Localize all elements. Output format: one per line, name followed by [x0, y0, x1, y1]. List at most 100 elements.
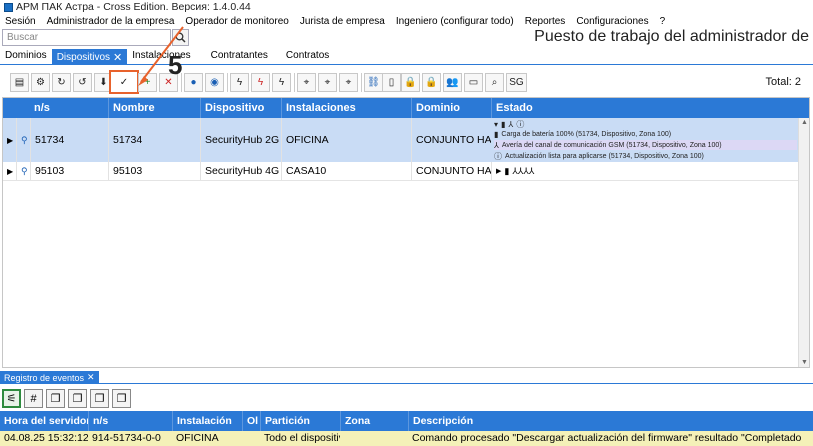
- menu-session[interactable]: Sesión: [5, 16, 36, 27]
- add-node-button[interactable]: ●: [184, 73, 203, 92]
- card-button[interactable]: ▭: [464, 73, 483, 92]
- tab-dispositivos-label: Dispositivos: [56, 51, 111, 63]
- menu-engineer[interactable]: Ingeniero (configurar todo): [396, 16, 514, 27]
- add-device-button[interactable]: +: [138, 73, 157, 92]
- column-header-ns[interactable]: n/s: [30, 98, 108, 118]
- column-header-ol[interactable]: Ol: [242, 411, 260, 431]
- menu-settings[interactable]: Configuraciones: [576, 16, 648, 27]
- phone-icon: ▯: [388, 77, 395, 88]
- close-icon[interactable]: ✕: [113, 51, 122, 64]
- columns-icon: ▤: [14, 77, 25, 88]
- column-header-dispositivo[interactable]: Dispositivo: [200, 98, 281, 118]
- column-header-installation[interactable]: Instalación: [172, 411, 242, 431]
- column-header-estado[interactable]: Estado: [491, 98, 798, 118]
- copy-button[interactable]: ❐: [46, 389, 65, 408]
- tab-contratantes[interactable]: Contratantes: [206, 49, 273, 64]
- column-header-instalaciones[interactable]: Instalaciones: [281, 98, 411, 118]
- copy-all-icon: ❐: [116, 393, 127, 405]
- copy-alt-button[interactable]: ❐: [68, 389, 87, 408]
- scroll-up-icon[interactable]: ▲: [801, 119, 808, 126]
- hash-button[interactable]: #: [24, 389, 43, 408]
- users-button[interactable]: 👥: [443, 73, 462, 92]
- menu-help[interactable]: ?: [660, 16, 666, 27]
- lock-alt-button[interactable]: 🔒: [422, 73, 441, 92]
- table-row[interactable]: ▶ ⚲ 51734 51734 SecurityHub 2G (1 OFICIN…: [3, 118, 798, 162]
- device-settings-button[interactable]: ⚙: [31, 73, 50, 92]
- copy-multi-button[interactable]: ❐: [90, 389, 109, 408]
- hash-icon: #: [30, 392, 37, 405]
- apply-update-icon: ✓: [119, 76, 129, 88]
- power-warn-button[interactable]: ϟ: [251, 73, 270, 92]
- tab-instalaciones[interactable]: Instalaciones: [127, 49, 195, 64]
- menu-company-admin[interactable]: Administrador de la empresa: [47, 16, 175, 27]
- vertical-scrollbar[interactable]: ▲ ▼: [798, 118, 809, 367]
- column-header-partition[interactable]: Partición: [260, 411, 340, 431]
- app-window: АРМ ПАК Астра - Cross Edition. Версия: 1…: [0, 0, 813, 446]
- refresh-button[interactable]: ↻: [52, 73, 71, 92]
- locate-remove-button[interactable]: ⌖: [339, 73, 358, 92]
- locate-button[interactable]: ⌖: [297, 73, 316, 92]
- battery-icon: ▮: [494, 129, 499, 139]
- add-power-icon: ϟ: [236, 77, 243, 88]
- copy-all-button[interactable]: ❐: [112, 389, 131, 408]
- close-icon[interactable]: ✕: [87, 372, 95, 383]
- apply-update-button[interactable]: ✓: [109, 70, 139, 94]
- tab-dominios[interactable]: Dominios: [0, 49, 52, 64]
- locate-alt-button[interactable]: ⌖: [318, 73, 337, 92]
- expand-arrow-icon[interactable]: ▶: [496, 167, 501, 175]
- expand-arrow-icon[interactable]: ▶: [3, 118, 16, 162]
- add-power-button[interactable]: ϟ: [230, 73, 249, 92]
- device-settings-icon: ⚙: [36, 77, 45, 88]
- device-tree-icon: ⚲: [16, 162, 30, 180]
- column-header-nombre[interactable]: Nombre: [108, 98, 200, 118]
- search-tool-button[interactable]: ⌕: [485, 73, 504, 92]
- scroll-down-icon[interactable]: ▼: [801, 359, 808, 366]
- remove-node-button[interactable]: ◉: [205, 73, 224, 92]
- column-header-zone[interactable]: Zona: [340, 411, 408, 431]
- download-icon: ⬇: [99, 77, 108, 88]
- table-row[interactable]: 04.08.25 15:32:12 914-51734-0-0 OFICINA …: [0, 431, 813, 446]
- copy-alt-icon: ❐: [72, 393, 83, 405]
- info-icon: ⓘ: [494, 151, 502, 161]
- events-tabs: Registro de eventos ✕: [0, 371, 813, 384]
- toolbar-divider: [294, 73, 295, 92]
- copy-multi-icon: ❐: [94, 393, 105, 405]
- cell-nombre: 95103: [108, 162, 200, 180]
- total-count: Total: 2: [765, 76, 801, 88]
- users-icon: 👥: [446, 77, 459, 88]
- menu-monitoring-operator[interactable]: Operador de monitoreo: [185, 16, 288, 27]
- phone-button[interactable]: ▯: [382, 73, 401, 92]
- power-remove-button[interactable]: ϟ: [272, 73, 291, 92]
- refresh-alt-button[interactable]: ↺: [73, 73, 92, 92]
- column-header-dominio[interactable]: Dominio: [411, 98, 491, 118]
- column-header-ns[interactable]: n/s: [88, 411, 172, 431]
- filter-button[interactable]: ⚟: [2, 389, 21, 408]
- menu-reports[interactable]: Reportes: [525, 16, 566, 27]
- tab-contratos[interactable]: Contratos: [281, 49, 334, 64]
- cell-dispositivo: SecurityHub 2G (1: [200, 118, 281, 162]
- sg-button[interactable]: SG: [506, 73, 527, 92]
- filter-icon: ⚟: [6, 393, 17, 405]
- menu-company-lawyer[interactable]: Jurista de empresa: [300, 16, 385, 27]
- column-header-description[interactable]: Descripción: [408, 411, 813, 431]
- search-icon: ⌕: [491, 77, 498, 88]
- page-title: Puesto de trabajo del administrador de: [534, 28, 809, 45]
- copy-icon: ❐: [50, 393, 61, 405]
- collapse-arrow-icon[interactable]: ▾: [494, 120, 498, 129]
- tab-dispositivos[interactable]: Dispositivos ✕: [51, 49, 128, 64]
- table-row[interactable]: ▶ ⚲ 95103 95103 SecurityHub 4G (3 CASA10…: [3, 162, 798, 181]
- cell-dominio: CONJUNTO HABI: [411, 118, 491, 162]
- column-header-time[interactable]: Hora del servidor: [0, 411, 88, 431]
- search-input[interactable]: Buscar: [2, 29, 171, 46]
- columns-button[interactable]: ▤: [10, 73, 29, 92]
- search-button[interactable]: [172, 29, 189, 46]
- status-text: Actualización lista para aplicarse (5173…: [505, 152, 704, 160]
- cell-partition: Todo el dispositivo: [264, 432, 340, 444]
- add-node-icon: ●: [190, 77, 197, 88]
- expand-arrow-icon[interactable]: ▶: [3, 162, 16, 180]
- network-button[interactable]: ⛓: [364, 73, 383, 92]
- tab-events-log[interactable]: Registro de eventos ✕: [0, 371, 99, 384]
- lock-button[interactable]: 🔒: [401, 73, 420, 92]
- locate-icon: ⌖: [303, 77, 310, 88]
- power-warn-icon: ϟ: [257, 77, 264, 88]
